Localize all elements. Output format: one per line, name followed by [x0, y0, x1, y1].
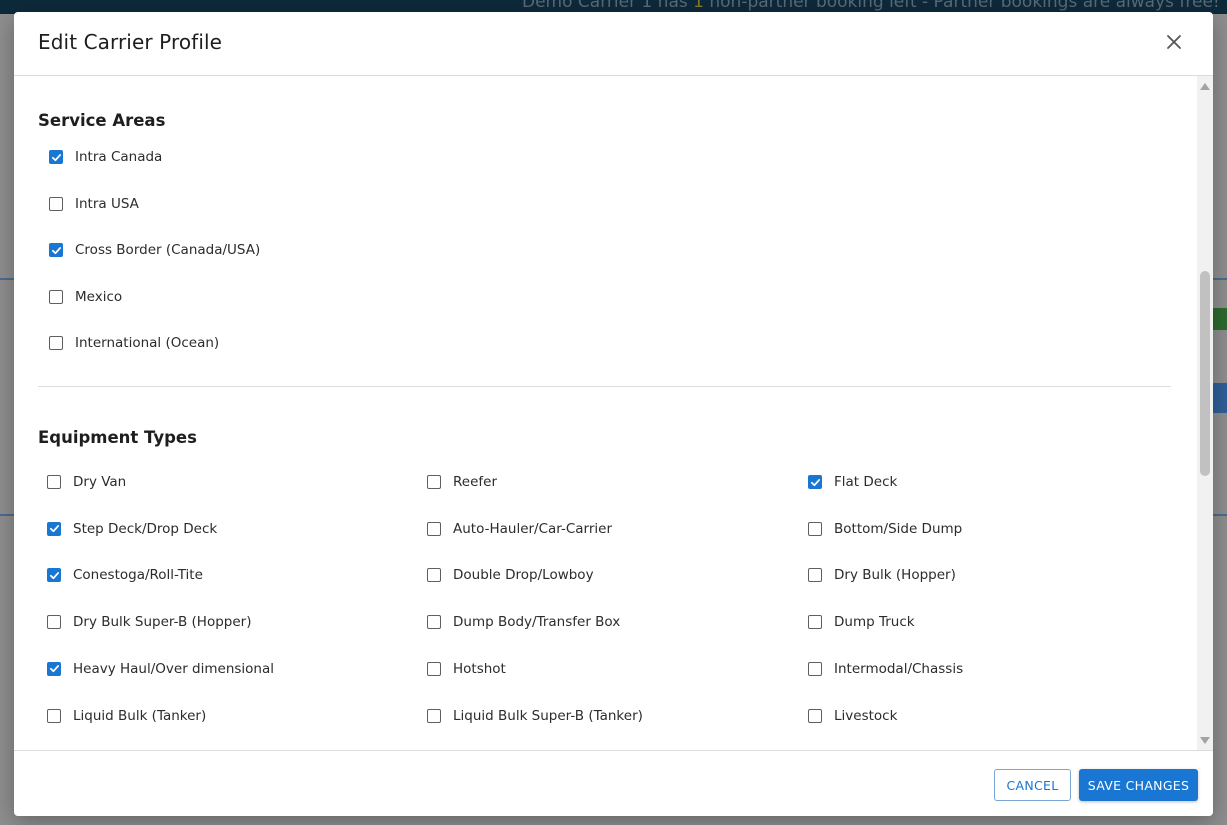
checkbox-label: Liquid Bulk Super-B (Tanker): [453, 707, 643, 724]
section-divider: [38, 386, 1171, 387]
checkbox-unchecked-icon[interactable]: [49, 196, 63, 211]
checkbox-unchecked-icon[interactable]: [427, 568, 441, 583]
modal-title: Edit Carrier Profile: [38, 30, 223, 54]
checkbox-unchecked-icon[interactable]: [427, 521, 441, 536]
checkbox-row[interactable]: Flat Deck: [808, 470, 897, 494]
scrollbar-thumb[interactable]: [1200, 271, 1210, 476]
checkbox-row[interactable]: Auto-Hauler/Car-Carrier: [427, 517, 612, 541]
service-areas-title: Service Areas: [38, 111, 166, 130]
checkbox-row[interactable]: Dry Bulk (Hopper): [808, 563, 956, 587]
checkbox-label: Double Drop/Lowboy: [453, 567, 594, 584]
checkbox-label: Dump Body/Transfer Box: [453, 614, 621, 631]
checkbox-unchecked-icon[interactable]: [49, 289, 63, 304]
checkbox-label: Bottom/Side Dump: [834, 520, 963, 537]
checkbox-row[interactable]: Intra USA: [49, 192, 139, 216]
checkbox-row[interactable]: Liquid Bulk Super-B (Tanker): [427, 704, 643, 728]
checkbox-unchecked-icon[interactable]: [427, 708, 441, 723]
background-divider: [0, 278, 14, 280]
background-divider: [0, 514, 14, 516]
checkbox-unchecked-icon[interactable]: [47, 615, 61, 630]
checkbox-row[interactable]: Cross Border (Canada/USA): [49, 238, 260, 262]
checkbox-unchecked-icon[interactable]: [427, 661, 441, 676]
checkbox-row[interactable]: Mexico: [49, 285, 122, 309]
checkbox-checked-icon[interactable]: [808, 475, 822, 489]
background-divider: [1212, 514, 1227, 516]
checkbox-row[interactable]: Heavy Haul/Over dimensional: [47, 657, 274, 681]
checkbox-checked-icon[interactable]: [47, 568, 61, 583]
equipment-types-title: Equipment Types: [38, 428, 197, 447]
checkbox-label: Dry Van: [73, 474, 127, 490]
edit-carrier-profile-dialog: Edit Carrier Profile Service Areas Intra…: [14, 12, 1213, 816]
checkbox-label: International (Ocean): [75, 335, 220, 351]
checkbox-row[interactable]: Bottom/Side Dump: [808, 517, 962, 541]
checkbox-checked-icon[interactable]: [47, 521, 61, 536]
checkbox-label: Dump Truck: [834, 614, 915, 631]
checkbox-label: Dry Bulk (Hopper): [834, 567, 956, 584]
checkbox-label: Hotshot: [453, 660, 506, 677]
background-button: [1212, 383, 1227, 413]
checkbox-row[interactable]: Double Drop/Lowboy: [427, 563, 594, 587]
checkbox-label: Dry Bulk Super-B (Hopper): [73, 614, 252, 631]
checkbox-row[interactable]: Livestock: [808, 704, 897, 728]
checkbox-unchecked-icon[interactable]: [427, 475, 441, 489]
checkbox-unchecked-icon[interactable]: [47, 708, 61, 723]
background-badge: [1212, 308, 1227, 330]
checkbox-row[interactable]: Dump Truck: [808, 610, 915, 634]
checkbox-row[interactable]: Intra Canada: [49, 145, 162, 169]
checkbox-label: Livestock: [834, 707, 898, 724]
checkbox-row[interactable]: Intermodal/Chassis: [808, 657, 963, 681]
modal-footer: CANCEL SAVE CHANGES: [14, 750, 1213, 816]
checkbox-label: Cross Border (Canada/USA): [75, 242, 261, 258]
checkbox-unchecked-icon[interactable]: [49, 336, 63, 350]
save-changes-button[interactable]: SAVE CHANGES: [1079, 769, 1198, 801]
checkbox-row[interactable]: Dump Body/Transfer Box: [427, 610, 620, 634]
checkbox-unchecked-icon[interactable]: [47, 475, 61, 489]
cancel-button[interactable]: CANCEL: [994, 769, 1071, 801]
checkbox-label: Heavy Haul/Over dimensional: [73, 660, 274, 677]
checkbox-label: Liquid Bulk (Tanker): [73, 707, 207, 724]
checkbox-unchecked-icon[interactable]: [808, 568, 822, 583]
checkbox-unchecked-icon[interactable]: [427, 615, 441, 630]
checkbox-unchecked-icon[interactable]: [808, 615, 822, 630]
checkbox-label: Intermodal/Chassis: [834, 660, 964, 677]
scroll-up-arrow-icon[interactable]: [1200, 83, 1210, 90]
checkbox-checked-icon[interactable]: [47, 661, 61, 676]
close-icon: [1167, 35, 1181, 49]
checkbox-row[interactable]: Conestoga/Roll-Tite: [47, 563, 203, 587]
checkbox-row[interactable]: Step Deck/Drop Deck: [47, 517, 217, 541]
checkbox-row[interactable]: Dry Van: [47, 470, 126, 494]
checkbox-row[interactable]: Liquid Bulk (Tanker): [47, 704, 206, 728]
checkbox-label: Mexico: [75, 288, 123, 305]
checkbox-label: Step Deck/Drop Deck: [73, 520, 218, 537]
background-banner: Demo Carrier 1 has 1 non-partner booking…: [522, 0, 1220, 12]
checkbox-unchecked-icon[interactable]: [808, 708, 822, 723]
checkbox-label: Intra Canada: [75, 149, 163, 165]
scroll-down-arrow-icon[interactable]: [1200, 737, 1210, 744]
checkbox-unchecked-icon[interactable]: [808, 661, 822, 676]
checkbox-label: Flat Deck: [834, 474, 898, 490]
background-divider: [1212, 278, 1227, 280]
modal-body: Service Areas Intra Canada Intra USA Cross…: [14, 76, 1213, 750]
checkbox-label: Reefer: [453, 474, 497, 490]
checkbox-label: Auto-Hauler/Car-Carrier: [453, 520, 613, 537]
checkbox-row[interactable]: Dry Bulk Super-B (Hopper): [47, 610, 251, 634]
checkbox-row[interactable]: International (Ocean): [49, 331, 219, 355]
checkbox-label: Intra USA: [75, 195, 139, 212]
modal-header: Edit Carrier Profile: [14, 12, 1213, 76]
checkbox-unchecked-icon[interactable]: [808, 521, 822, 536]
checkbox-row[interactable]: Reefer: [427, 470, 497, 494]
checkbox-label: Conestoga/Roll-Tite: [73, 567, 203, 584]
checkbox-checked-icon[interactable]: [49, 150, 63, 164]
close-button[interactable]: [1164, 32, 1184, 52]
checkbox-checked-icon[interactable]: [49, 243, 63, 257]
modal-scrollbar[interactable]: [1197, 76, 1213, 750]
checkbox-row[interactable]: Hotshot: [427, 657, 506, 681]
